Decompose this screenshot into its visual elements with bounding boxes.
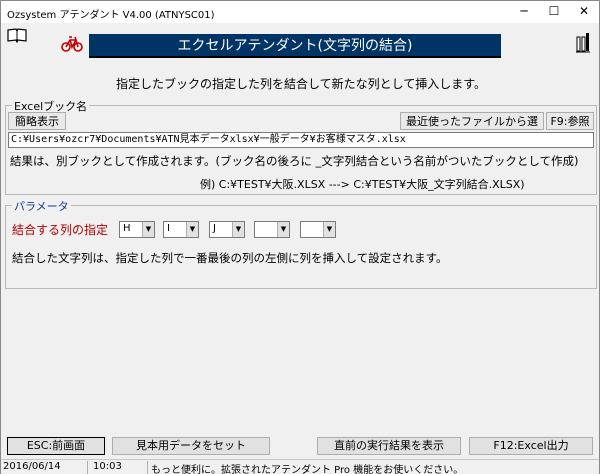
status-message: もっと便利に。拡張されたアテンダント Pro 機能をお使いください。 — [151, 465, 464, 474]
example-note: 例) C:¥TEST¥大阪.XLSX ---> C:¥TEST¥大阪_文字列結合… — [200, 178, 525, 191]
excel-output-button[interactable]: F12:Excel出力 — [469, 437, 593, 455]
column-select-3[interactable]: J ▼ — [209, 221, 245, 238]
browse-button[interactable]: F9:参照 — [546, 112, 594, 130]
columns-label: 結合する列の指定 — [12, 223, 109, 237]
page-title-banner: エクセルアテンダント(文字列の結合) — [89, 34, 501, 58]
column-select-1[interactable]: H ▼ — [119, 221, 155, 238]
main-window: Ozsystem アテンダント V4.00 (ATNYSC01) ─ ☐ ✕ エ… — [0, 0, 600, 474]
maximize-button[interactable]: ☐ — [539, 1, 569, 23]
column-select-2[interactable]: I ▼ — [163, 221, 199, 238]
esc-back-button[interactable]: ESC:前画面 — [7, 437, 105, 455]
chevron-down-icon[interactable]: ▼ — [142, 222, 154, 237]
close-button[interactable]: ✕ — [569, 1, 599, 23]
window-title: Ozsystem アテンダント V4.00 (ATNYSC01) — [7, 10, 215, 21]
intro-text: 指定したブックの指定した列を結合して新たな列として挿入します。 — [115, 77, 487, 91]
brief-display-button[interactable]: 簡略表示 — [8, 112, 66, 130]
status-date: 2016/06/14 — [3, 461, 61, 472]
status-bar: 2016/06/14 10:03 もっと便利に。拡張されたアテンダント Pro … — [1, 459, 599, 474]
status-divider — [147, 461, 148, 474]
minimize-button[interactable]: ─ — [509, 1, 539, 23]
column-select-1-value: H — [123, 223, 131, 234]
status-time: 10:03 — [93, 461, 122, 472]
insert-note: 結合した文字列は、指定した列で一番最後の列の左側に列を挿入して設定されます。 — [12, 251, 448, 265]
show-previous-result-button[interactable]: 直前の実行結果を表示 — [317, 437, 461, 455]
parameter-group: パラメータ 結合する列の指定 H ▼ I ▼ J ▼ ▼ ▼ 結合した文字列は、… — [5, 198, 597, 289]
column-select-5[interactable]: ▼ — [300, 221, 336, 238]
chevron-down-icon[interactable]: ▼ — [277, 222, 289, 237]
bookshelf-icon[interactable] — [575, 31, 591, 53]
bicycle-icon — [61, 33, 83, 53]
status-divider — [87, 461, 88, 474]
chevron-down-icon[interactable]: ▼ — [186, 222, 198, 237]
column-select-4[interactable]: ▼ — [254, 221, 290, 238]
parameter-group-label: パラメータ — [12, 198, 71, 214]
set-sample-data-button[interactable]: 見本用データをセット — [112, 437, 270, 455]
chevron-down-icon[interactable]: ▼ — [232, 222, 244, 237]
chevron-down-icon[interactable]: ▼ — [323, 222, 335, 237]
excel-book-group: Excelブック名 簡略表示 最近使ったファイルから選択 F9:参照 C:¥Us… — [5, 98, 597, 195]
excel-file-path-input[interactable]: C:¥Users¥ozcr7¥Documents¥ATN見本データxlsx¥一般… — [8, 132, 594, 148]
result-note: 結果は、別ブックとして作成されます。(ブック名の後ろに _文字列結合という名前が… — [10, 154, 579, 168]
title-bar: Ozsystem アテンダント V4.00 (ATNYSC01) ─ ☐ ✕ — [1, 1, 599, 23]
column-select-3-value: J — [213, 223, 216, 234]
column-select-2-value: I — [167, 223, 170, 234]
recent-files-button[interactable]: 最近使ったファイルから選択 — [400, 112, 544, 145]
book-icon[interactable] — [7, 27, 27, 44]
